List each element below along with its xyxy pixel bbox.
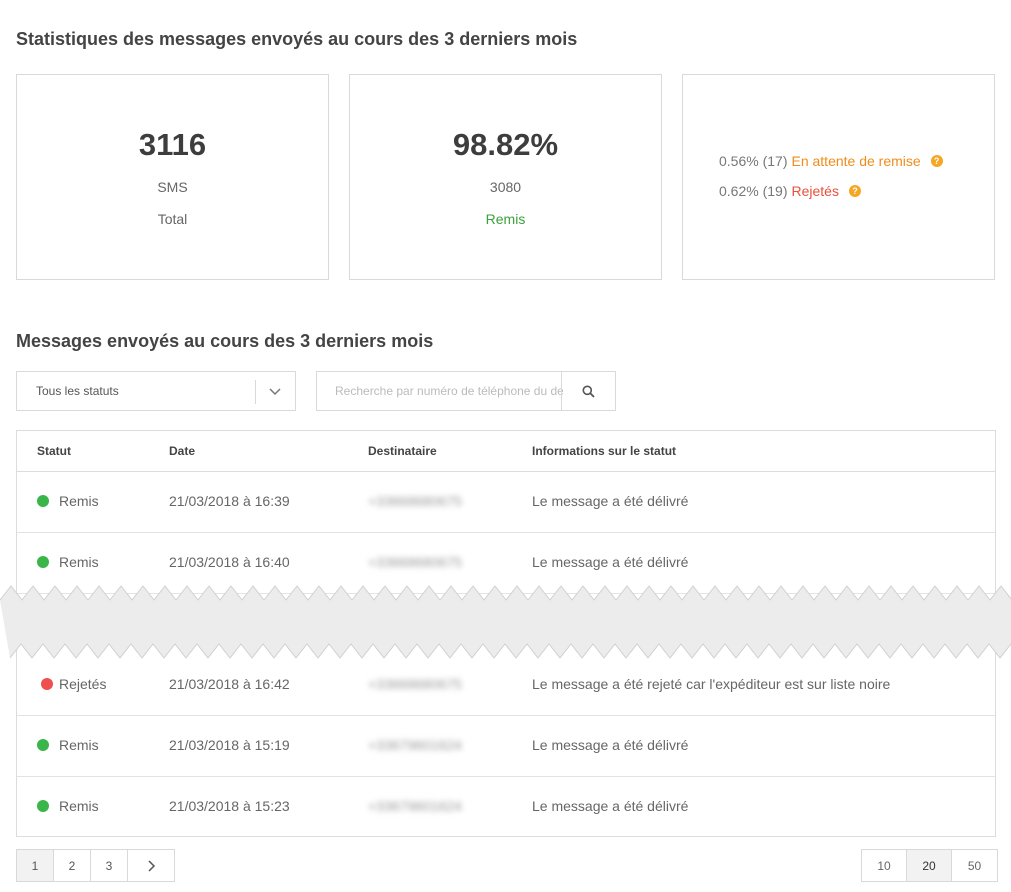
row-date: 21/03/2018 à 15:23 [169,798,290,814]
rejected-label: Rejetés [791,183,839,199]
pending-value: 0.56% (17) [719,153,788,169]
next-page-button[interactable] [128,850,174,881]
page-size-50[interactable]: 50 [952,850,997,881]
search-icon [582,385,595,398]
select-divider [255,380,256,404]
delivered-count: 3080 [489,179,522,195]
row-date: 21/03/2018 à 16:42 [169,676,290,692]
table-row[interactable]: Remis 21/03/2018 à 15:23 +33679601624 Le… [17,777,995,838]
search-input[interactable] [317,372,563,410]
page-size-10[interactable]: 10 [862,850,907,881]
pending-label: En attente de remise [791,153,921,169]
row-date: 21/03/2018 à 16:39 [169,493,290,509]
row-info: Le message a été rejeté car l'expéditeur… [532,676,891,692]
rejected-stat: 0.62% (19) Rejetés ? [719,183,861,199]
total-value: 3116 [138,127,207,162]
rejected-value: 0.62% (19) [719,183,788,199]
status-dot-icon [37,739,49,751]
row-date: 21/03/2018 à 16:40 [169,554,290,570]
page-1-button[interactable]: 1 [17,850,54,881]
row-info: Le message a été délivré [532,554,689,570]
help-icon[interactable]: ? [930,155,943,167]
row-status: Remis [59,493,99,509]
other-status-card: 0.56% (17) En attente de remise ? 0.62% … [682,74,995,280]
stats-title: Statistiques des messages envoyés au cou… [16,29,578,49]
status-dot-icon [37,495,49,507]
torn-edge-divider [0,585,1011,659]
row-info: Le message a été délivré [532,737,689,753]
chevron-right-icon [148,859,156,872]
total-unit: SMS [157,179,188,195]
pending-stat: 0.56% (17) En attente de remise ? [719,153,943,169]
total-label: Total [157,211,188,227]
delivered-rate: 98.82% [452,127,559,162]
delivered-card: 98.82% 3080 Remis [349,74,662,280]
table-row[interactable]: Remis 21/03/2018 à 15:19 +33679601624 Le… [17,716,995,777]
pagination: 1 2 3 [16,849,175,882]
messages-title: Messages envoyés au cours des 3 derniers… [16,331,434,351]
row-status: Remis [59,798,99,814]
delivered-label: Remis [485,211,526,227]
page-size-selector: 10 20 50 [861,849,998,882]
table-row[interactable]: Remis 21/03/2018 à 16:39 +33668680675 Le… [17,472,995,533]
header-date[interactable]: Date [169,444,195,458]
row-recipient: +33668680675 [368,676,462,692]
row-info: Le message a été délivré [532,798,689,814]
status-dot-icon [37,556,49,568]
search-button[interactable] [561,372,615,410]
page-2-button[interactable]: 2 [54,850,91,881]
header-recipient[interactable]: Destinataire [368,444,437,458]
status-filter-value: Tous les statuts [36,384,119,398]
row-recipient: +33668680675 [368,493,462,509]
row-status: Remis [59,554,99,570]
search-box [316,371,616,411]
help-icon[interactable]: ? [848,185,861,197]
total-card: 3116 SMS Total [16,74,329,280]
row-date: 21/03/2018 à 15:19 [169,737,290,753]
page-3-button[interactable]: 3 [91,850,128,881]
row-recipient: +33679601624 [368,737,462,753]
header-info[interactable]: Informations sur le statut [532,444,676,458]
header-status[interactable]: Statut [37,444,71,458]
row-recipient: +33679601624 [368,798,462,814]
chevron-down-icon[interactable] [267,383,283,399]
row-info: Le message a été délivré [532,493,689,509]
table-header: Statut Date Destinataire Informations su… [17,431,995,472]
row-status: Rejetés [59,676,107,692]
page-size-20[interactable]: 20 [907,850,952,881]
row-recipient: +33668680675 [368,554,462,570]
status-dot-icon [41,678,53,690]
row-status: Remis [59,737,99,753]
status-filter-select[interactable]: Tous les statuts [16,371,296,411]
status-dot-icon [37,800,49,812]
